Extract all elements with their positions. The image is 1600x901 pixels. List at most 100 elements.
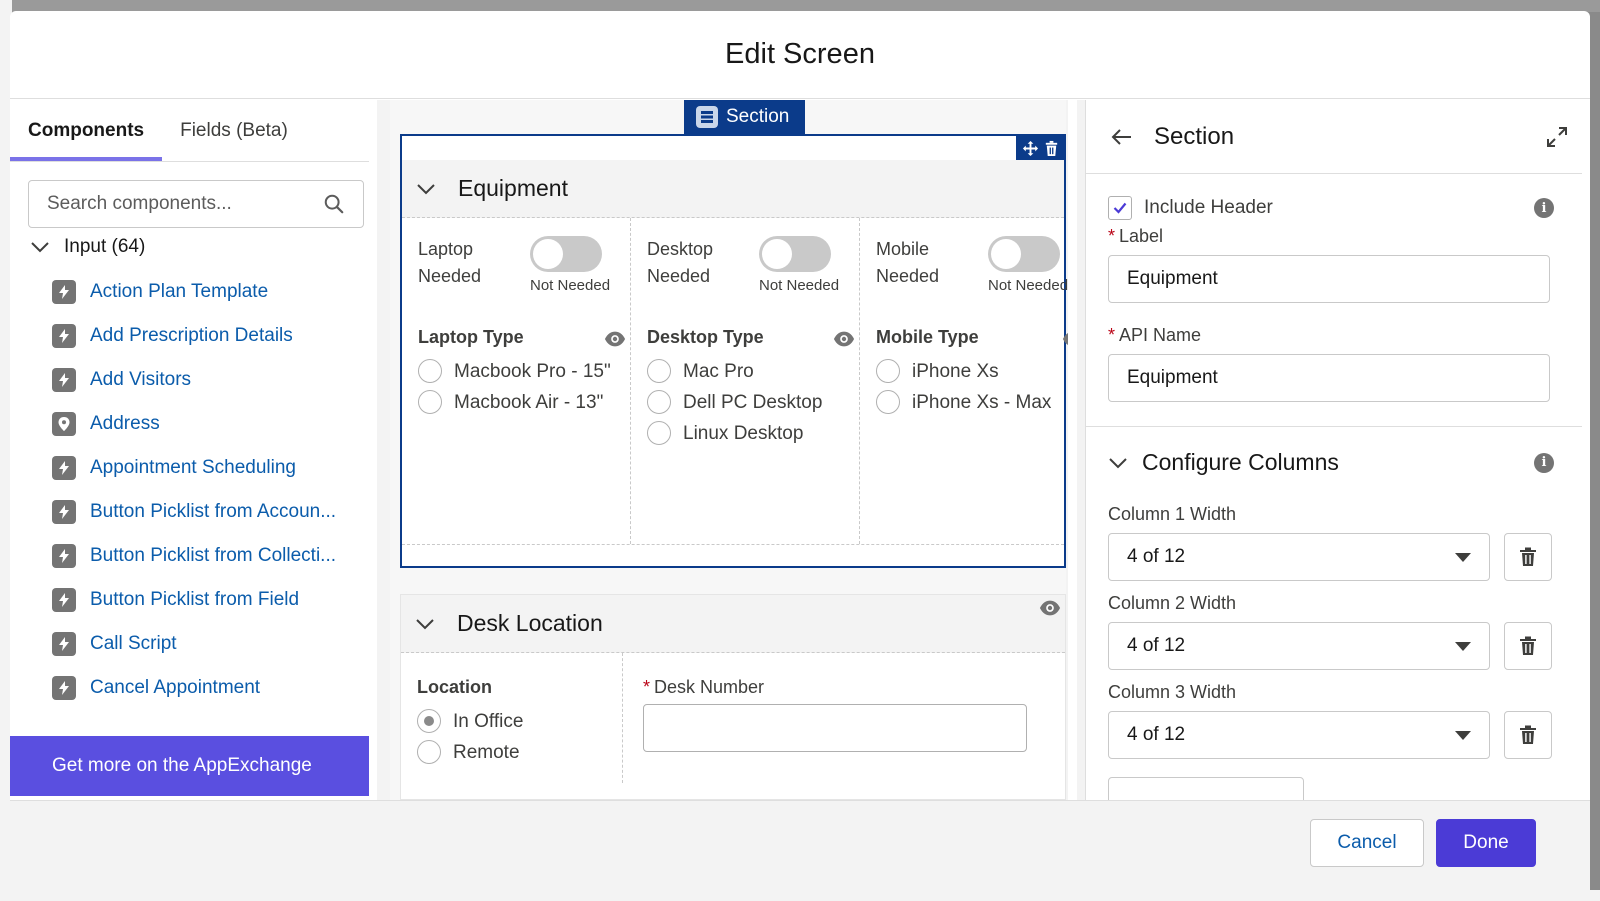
radio-option[interactable]: iPhone Xs - Max xyxy=(876,387,1077,418)
done-button[interactable]: Done xyxy=(1436,819,1536,867)
api-name-input[interactable]: Equipment xyxy=(1108,354,1550,402)
radio-button[interactable] xyxy=(647,359,671,383)
column-laptop[interactable]: Laptop Needed Not Needed Laptop Type Mac… xyxy=(402,218,631,544)
divider xyxy=(1086,426,1590,427)
back-arrow-icon[interactable] xyxy=(1110,125,1134,149)
required-asterisk: * xyxy=(1108,325,1116,345)
radio-button[interactable] xyxy=(417,740,441,764)
components-panel: Components Fields (Beta) Input (64) Acti… xyxy=(10,100,377,800)
expand-icon[interactable] xyxy=(1546,126,1568,148)
info-icon[interactable]: i xyxy=(1534,452,1554,473)
column-3-width-select[interactable]: 4 of 12 xyxy=(1108,711,1490,759)
list-item[interactable]: Button Picklist from Collecti... xyxy=(52,534,372,578)
column-desk-number[interactable]: * Desk Number xyxy=(623,653,1065,783)
column-location[interactable]: Location In Office Remote xyxy=(401,653,623,783)
section-header[interactable]: Desk Location xyxy=(401,595,1065,653)
visibility-eye-icon[interactable] xyxy=(604,328,626,350)
search-input[interactable] xyxy=(47,193,323,215)
column-desktop[interactable]: Desktop Needed Not Needed Desktop Type M… xyxy=(631,218,860,544)
label-input[interactable]: Equipment xyxy=(1108,255,1550,303)
radio-button[interactable] xyxy=(417,709,441,733)
radio-option[interactable]: iPhone Xs xyxy=(876,356,1077,387)
list-item[interactable]: Call Script xyxy=(52,622,372,666)
chevron-down-icon[interactable] xyxy=(1108,453,1128,473)
component-label: Address xyxy=(90,413,160,434)
radio-button[interactable] xyxy=(647,421,671,445)
delete-icon[interactable] xyxy=(1043,140,1060,157)
list-item[interactable]: Cancel Appointment xyxy=(52,666,372,710)
include-header-checkbox[interactable] xyxy=(1108,196,1132,220)
field-label: Desktop Type xyxy=(647,327,764,347)
radio-button[interactable] xyxy=(418,390,442,414)
bolt-icon xyxy=(52,500,76,524)
modal-title: Edit Screen xyxy=(725,38,875,70)
delete-column-button[interactable] xyxy=(1504,622,1552,670)
toggle-label: Desktop Needed xyxy=(647,239,714,286)
component-label: Cancel Appointment xyxy=(90,677,261,698)
configure-columns-title: Configure Columns xyxy=(1142,449,1339,475)
radio-button[interactable] xyxy=(647,390,671,414)
section-header[interactable]: Equipment xyxy=(402,160,1064,218)
list-item[interactable]: Add Prescription Details xyxy=(52,314,372,358)
column-1-width-select[interactable]: 4 of 12 xyxy=(1108,533,1490,581)
tab-fields-beta[interactable]: Fields (Beta) xyxy=(162,100,306,161)
properties-panel: Section Include Header i * Label Equipmen… xyxy=(1085,100,1590,800)
list-item[interactable]: Button Picklist from Accoun... xyxy=(52,490,372,534)
column-width-row: 4 of 12 xyxy=(1108,711,1554,759)
section-equipment[interactable]: Equipment Laptop Needed Not Needed Lapto… xyxy=(400,134,1077,568)
laptop-needed-toggle[interactable] xyxy=(530,236,602,272)
properties-scrollbar[interactable] xyxy=(1582,100,1590,800)
column-2-width-select[interactable]: 4 of 12 xyxy=(1108,622,1490,670)
radio-option[interactable]: Dell PC Desktop xyxy=(647,387,859,418)
radio-option[interactable]: In Office xyxy=(417,706,622,737)
mobile-needed-toggle[interactable] xyxy=(988,236,1060,272)
cancel-button[interactable]: Cancel xyxy=(1310,819,1424,867)
delete-column-button[interactable] xyxy=(1504,533,1552,581)
canvas-scrollbar[interactable] xyxy=(1068,100,1077,800)
properties-title: Section xyxy=(1154,122,1235,150)
bolt-icon xyxy=(52,456,76,480)
radio-option[interactable]: Remote xyxy=(417,737,622,768)
tab-components[interactable]: Components xyxy=(10,100,163,161)
search-icon[interactable] xyxy=(323,193,345,215)
radio-button[interactable] xyxy=(876,390,900,414)
visibility-eye-icon[interactable] xyxy=(1039,597,1061,619)
section-icon xyxy=(696,106,718,128)
toggle-label: Laptop Needed xyxy=(418,239,482,286)
column-mobile[interactable]: Mobile Needed Not Needed Mobile Type iPh… xyxy=(860,218,1077,544)
screen-canvas: Section Equipment Laptop Needed Not Need… xyxy=(380,100,1077,800)
chevron-down-icon[interactable] xyxy=(415,614,435,634)
list-item[interactable]: Button Picklist from Field xyxy=(52,578,372,622)
search-box xyxy=(28,180,364,228)
group-input-toggle[interactable]: Input (64) xyxy=(30,236,145,258)
chevron-down-icon[interactable] xyxy=(416,179,436,199)
appexchange-link[interactable]: Get more on the AppExchange xyxy=(10,736,369,796)
radio-option[interactable]: Macbook Air - 13" xyxy=(418,387,630,418)
move-icon[interactable] xyxy=(1022,140,1039,157)
component-label: Add Prescription Details xyxy=(90,325,293,346)
list-item[interactable]: Appointment Scheduling xyxy=(52,446,372,490)
visibility-eye-icon[interactable] xyxy=(833,328,855,350)
section-tag-label: Section xyxy=(726,106,790,127)
list-item[interactable]: Address xyxy=(52,402,372,446)
desk-number-input[interactable] xyxy=(643,704,1027,752)
radio-button[interactable] xyxy=(876,359,900,383)
left-scrollbar[interactable] xyxy=(369,100,377,800)
section-desk-location[interactable]: Desk Location Location In Office Remote … xyxy=(400,594,1066,800)
modal-header: Edit Screen xyxy=(10,11,1590,99)
radio-option[interactable]: Linux Desktop xyxy=(647,418,859,449)
desktop-needed-toggle[interactable] xyxy=(759,236,831,272)
delete-column-button[interactable] xyxy=(1504,711,1552,759)
info-icon[interactable]: i xyxy=(1534,198,1554,218)
component-label: Action Plan Template xyxy=(90,281,269,302)
list-item[interactable]: Action Plan Template xyxy=(52,270,372,314)
list-item[interactable]: Add Visitors xyxy=(52,358,372,402)
radio-option[interactable]: Macbook Pro - 15" xyxy=(418,356,630,387)
section-columns: Laptop Needed Not Needed Laptop Type Mac… xyxy=(402,218,1077,544)
add-column-button[interactable] xyxy=(1108,777,1304,800)
column-width-label: Column 1 Width xyxy=(1108,504,1237,524)
configure-columns-header[interactable]: Configure Columns i xyxy=(1108,449,1554,476)
radio-option[interactable]: Mac Pro xyxy=(647,356,859,387)
component-label: Button Picklist from Accoun... xyxy=(90,501,337,522)
radio-button[interactable] xyxy=(418,359,442,383)
